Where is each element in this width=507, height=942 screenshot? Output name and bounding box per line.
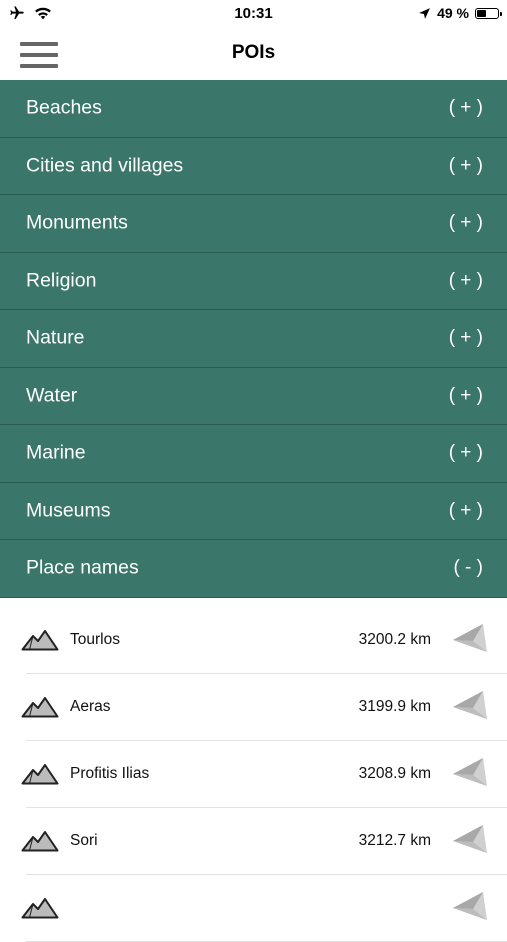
category-toggle[interactable]: ( + ) [449,155,483,177]
navigate-arrow-icon[interactable] [451,888,489,922]
navigate-arrow-icon[interactable] [451,620,489,654]
battery-icon [475,7,502,19]
mountain-icon [21,895,59,919]
place-distance: 3200.2 km [358,631,431,648]
category-label: Marine [26,441,86,464]
category-list: Beaches( + ) Cities and villages( + ) Monu… [0,80,507,598]
place-name: Tourlos [70,631,120,648]
status-bar-right: 49 % [418,5,502,21]
category-row[interactable]: Nature ( + ) [0,310,507,368]
battery-percent: 49 % [437,5,469,21]
category-row[interactable]: Beaches ( + ) [0,80,507,138]
category-toggle[interactable]: ( + ) [449,442,483,464]
mountain-icon [21,828,59,852]
mountain-icon [21,694,59,718]
place-name: Aeras [70,698,111,715]
mountain-icon [21,627,59,651]
category-label: Cities and villages [26,154,184,177]
category-row[interactable]: Marine ( + ) [0,425,507,483]
place-name: Profitis Ilias [70,765,150,782]
place-row[interactable]: Aeras 3199.9 km [0,674,507,741]
place-distance: 3212.7 km [358,832,431,849]
category-row[interactable]: Religion ( + ) [0,252,507,310]
place-row[interactable]: Profitis Ilias 3208.9 km [0,741,507,808]
category-row[interactable]: Water ( + ) [0,367,507,425]
battery-level [477,9,487,17]
mountain-icon [21,761,59,785]
category-label: Beaches [26,96,102,119]
place-list: Tourlos 3200.2 km Aeras 3199.9 km Profitis I… [0,607,507,942]
category-toggle[interactable]: ( + ) [449,385,483,407]
category-label: Museums [26,499,111,522]
place-name: Sori [70,832,98,849]
category-label: Religion [26,269,97,292]
category-label: Water [26,384,78,407]
category-row[interactable]: Museums ( + ) [0,482,507,540]
navigate-arrow-icon[interactable] [451,687,489,721]
nav-bar: POIs [0,28,507,80]
place-row[interactable]: Tourlos 3200.2 km [0,607,507,674]
place-row[interactable] [0,875,507,942]
category-label: Place names [26,556,139,579]
category-row[interactable]: Monuments ( + ) [0,195,507,253]
category-row[interactable]: Place names ( - ) [0,540,507,598]
category-label: Monuments [26,211,128,234]
category-toggle[interactable]: ( - ) [453,557,483,579]
category-toggle[interactable]: ( + ) [449,212,483,234]
place-distance: 3199.9 km [358,698,431,715]
category-toggle[interactable]: ( + ) [449,270,483,292]
navigate-arrow-icon[interactable] [451,754,489,788]
location-arrow-icon [419,7,430,19]
page-title: POIs [231,42,276,63]
category-toggle[interactable]: ( + ) [449,500,483,522]
place-distance: 3208.9 km [358,765,431,782]
category-label: Nature [26,326,85,349]
category-row[interactable]: Cities and villages ( + ) [0,137,507,195]
navigate-arrow-icon[interactable] [451,821,489,855]
place-row[interactable]: Sori 3212.7 km [0,808,507,875]
category-toggle[interactable]: ( + ) [449,327,483,349]
category-toggle[interactable]: ( + ) [449,97,483,119]
status-bar: 10:31 49 % [0,0,507,28]
